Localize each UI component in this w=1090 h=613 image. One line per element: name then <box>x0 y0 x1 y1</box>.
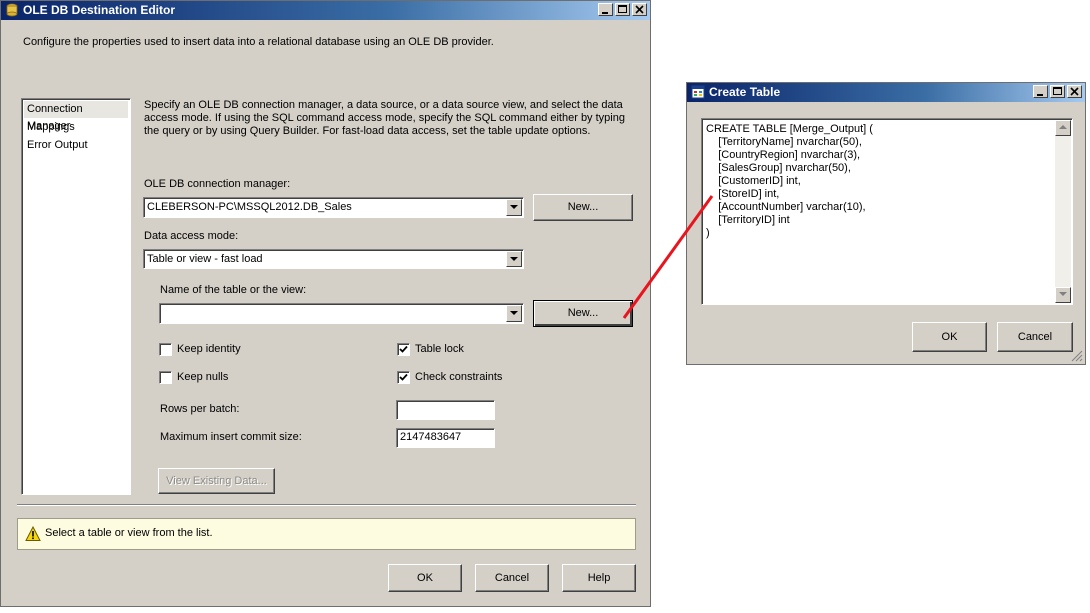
rows-per-batch-input[interactable] <box>396 400 495 420</box>
table-name-dropdown-button[interactable] <box>506 305 522 322</box>
warning-icon <box>25 526 41 541</box>
create-table-titlebar[interactable]: Create Table <box>687 83 1085 102</box>
main-window-title: OLE DB Destination Editor <box>23 3 176 17</box>
minimize-button[interactable] <box>598 3 613 16</box>
maximize-icon <box>1053 87 1062 95</box>
connection-manager-combo[interactable]: CLEBERSON-PC\MSSQL2012.DB_Sales <box>143 197 524 218</box>
check-constraints-label[interactable]: Check constraints <box>415 371 502 383</box>
status-bar: Select a table or view from the list. <box>17 518 636 550</box>
dropdown-arrow-icon <box>510 257 518 261</box>
dropdown-arrow-icon <box>510 311 518 315</box>
status-message: Select a table or view from the list. <box>45 527 213 539</box>
minimize-button[interactable] <box>1033 85 1048 98</box>
app-icon <box>691 85 705 99</box>
separator-line <box>17 504 636 506</box>
connection-manager-label: OLE DB connection manager: <box>144 178 291 190</box>
chevron-up-icon <box>1059 125 1067 129</box>
new-table-button[interactable]: New... <box>533 300 633 327</box>
editor-description: Configure the properties used to insert … <box>23 36 494 48</box>
resize-grip-icon[interactable] <box>1071 350 1083 362</box>
table-name-combo[interactable] <box>159 303 524 324</box>
access-mode-dropdown-button[interactable] <box>506 251 522 267</box>
access-mode-value: Table or view - fast load <box>147 253 263 265</box>
keep-nulls-label[interactable]: Keep nulls <box>177 371 228 383</box>
nav-item-error-output[interactable]: Error Output <box>24 137 128 154</box>
maximize-button[interactable] <box>1050 85 1065 98</box>
max-commit-input[interactable]: 2147483647 <box>396 428 495 448</box>
close-button[interactable] <box>632 3 647 16</box>
checkmark-icon <box>399 373 408 381</box>
maximize-button[interactable] <box>615 3 630 16</box>
access-mode-combo[interactable]: Table or view - fast load <box>143 249 524 269</box>
close-button[interactable] <box>1067 85 1082 98</box>
checkmark-icon <box>399 345 408 353</box>
scroll-up-button[interactable] <box>1055 120 1071 136</box>
keep-identity-checkbox[interactable] <box>159 343 172 356</box>
minimize-icon <box>1037 94 1043 96</box>
scroll-down-button[interactable] <box>1055 287 1071 303</box>
create-table-ok-button[interactable]: OK <box>912 322 987 352</box>
create-table-window: Create Table CREATE TABLE [Merge_Output]… <box>686 82 1086 365</box>
close-icon <box>635 5 644 14</box>
maximize-icon <box>618 5 627 13</box>
connection-manager-value: CLEBERSON-PC\MSSQL2012.DB_Sales <box>147 201 352 213</box>
help-button[interactable]: Help <box>562 564 636 592</box>
nav-item-mappings[interactable]: Mappings <box>24 119 128 136</box>
dropdown-arrow-icon <box>510 205 518 209</box>
chevron-down-icon <box>1059 292 1067 296</box>
nav-item-connection-manager[interactable]: Connection Manager <box>24 101 128 132</box>
check-constraints-checkbox[interactable] <box>397 371 410 384</box>
close-icon <box>1070 87 1079 96</box>
sql-textbox[interactable]: CREATE TABLE [Merge_Output] ( [Territory… <box>701 118 1073 305</box>
keep-nulls-checkbox[interactable] <box>159 371 172 384</box>
page-nav-list: Connection Manager Mappings Error Output <box>21 98 131 495</box>
create-table-cancel-button[interactable]: Cancel <box>997 322 1073 352</box>
main-titlebar[interactable]: OLE DB Destination Editor <box>1 1 650 20</box>
rows-per-batch-label: Rows per batch: <box>160 403 240 415</box>
ok-button[interactable]: OK <box>388 564 462 592</box>
create-table-sql: CREATE TABLE [Merge_Output] ( [Territory… <box>706 123 873 239</box>
minimize-icon <box>602 12 608 14</box>
table-lock-checkbox[interactable] <box>397 343 410 356</box>
sql-scrollbar[interactable] <box>1055 120 1071 303</box>
cancel-button[interactable]: Cancel <box>475 564 549 592</box>
max-commit-label: Maximum insert commit size: <box>160 431 302 443</box>
access-mode-label: Data access mode: <box>144 230 239 242</box>
keep-identity-label[interactable]: Keep identity <box>177 343 241 355</box>
table-name-label: Name of the table or the view: <box>160 284 307 296</box>
ole-db-destination-editor-window: OLE DB Destination Editor Configure the … <box>0 0 651 607</box>
instructions-line-2: access mode. If using the SQL command ac… <box>144 112 625 124</box>
new-connection-button[interactable]: New... <box>533 194 633 221</box>
table-lock-label[interactable]: Table lock <box>415 343 464 355</box>
create-table-title: Create Table <box>709 85 781 99</box>
connection-manager-dropdown-button[interactable] <box>506 199 522 216</box>
instructions-line-1: Specify an OLE DB connection manager, a … <box>144 99 623 111</box>
instructions-line-3: the query or by using Query Builder. For… <box>144 125 591 137</box>
app-icon <box>6 3 18 17</box>
view-existing-data-button[interactable]: View Existing Data... <box>158 468 275 494</box>
